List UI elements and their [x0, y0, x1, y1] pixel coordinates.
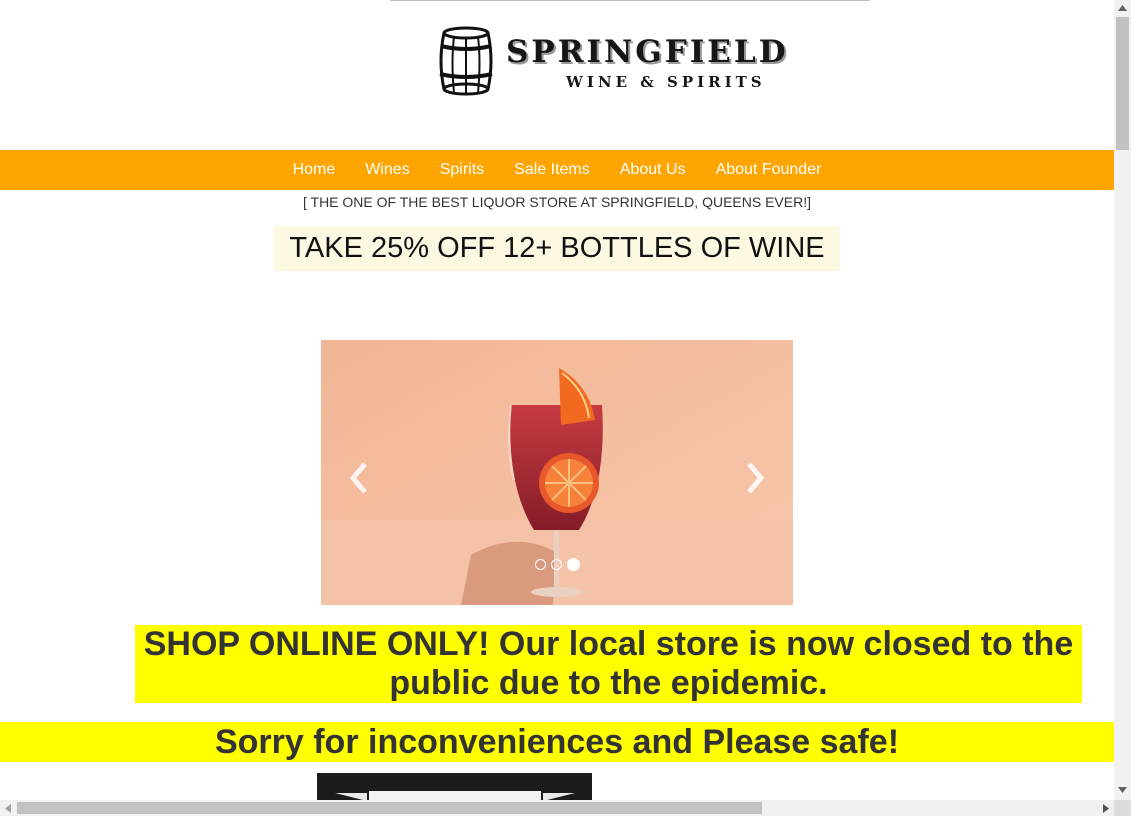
scroll-right-icon[interactable] — [1103, 804, 1109, 813]
nav-item-sale-items[interactable]: Sale Items — [514, 161, 590, 179]
vertical-scroll-thumb[interactable] — [1116, 17, 1129, 150]
scroll-down-icon[interactable] — [1118, 787, 1127, 793]
chevron-right-icon — [747, 462, 765, 494]
logo-title: SPRINGFIELD — [506, 34, 789, 70]
chevron-left-icon — [349, 462, 367, 494]
carousel-indicator-3[interactable] — [567, 558, 580, 571]
page: SPRINGFIELD WINE & SPIRITS Home Wines Sp… — [0, 0, 1114, 800]
vertical-scrollbar[interactable] — [1114, 0, 1131, 800]
carousel-prev-button[interactable] — [339, 448, 379, 508]
nav-item-home[interactable]: Home — [293, 161, 336, 179]
horizontal-scrollbar[interactable] — [0, 800, 1114, 816]
image-carousel[interactable] — [321, 340, 793, 605]
site-logo[interactable]: SPRINGFIELD WINE & SPIRITS — [436, 26, 828, 96]
main-navbar: Home Wines Spirits Sale Items About Us A… — [0, 150, 1114, 190]
closure-notice-text: SHOP ONLINE ONLY! Our local store is now… — [143, 625, 1074, 702]
closure-notice: SHOP ONLINE ONLY! Our local store is now… — [135, 625, 1082, 703]
top-divider — [390, 0, 870, 1]
scroll-up-icon[interactable] — [1118, 5, 1127, 11]
carousel-indicators — [535, 558, 585, 571]
carousel-indicator-2[interactable] — [551, 559, 562, 570]
apology-text: Sorry for inconveniences and Please safe… — [214, 723, 900, 761]
scroll-left-icon[interactable] — [5, 804, 11, 813]
partial-image — [317, 773, 592, 800]
promo-banner: TAKE 25% OFF 12+ BOTTLES OF WINE — [274, 226, 840, 271]
nav-item-about-founder[interactable]: About Founder — [716, 161, 822, 179]
barrel-icon — [439, 26, 493, 96]
nav-item-spirits[interactable]: Spirits — [440, 161, 484, 179]
nav-item-about-us[interactable]: About Us — [620, 161, 686, 179]
carousel-indicator-1[interactable] — [535, 559, 546, 570]
apology-banner: Sorry for inconveniences and Please safe… — [0, 722, 1114, 762]
store-tagline: [ THE ONE OF THE BEST LIQUOR STORE AT SP… — [302, 194, 811, 210]
promo-text: TAKE 25% OFF 12+ BOTTLES OF WINE — [289, 232, 825, 264]
partial-image-graphic — [317, 773, 592, 800]
horizontal-scroll-thumb[interactable] — [17, 802, 762, 814]
carousel-next-button[interactable] — [735, 448, 775, 508]
scrollbar-corner — [1114, 800, 1131, 816]
logo-subtitle: WINE & SPIRITS — [566, 73, 766, 91]
nav-item-wines[interactable]: Wines — [365, 161, 409, 179]
